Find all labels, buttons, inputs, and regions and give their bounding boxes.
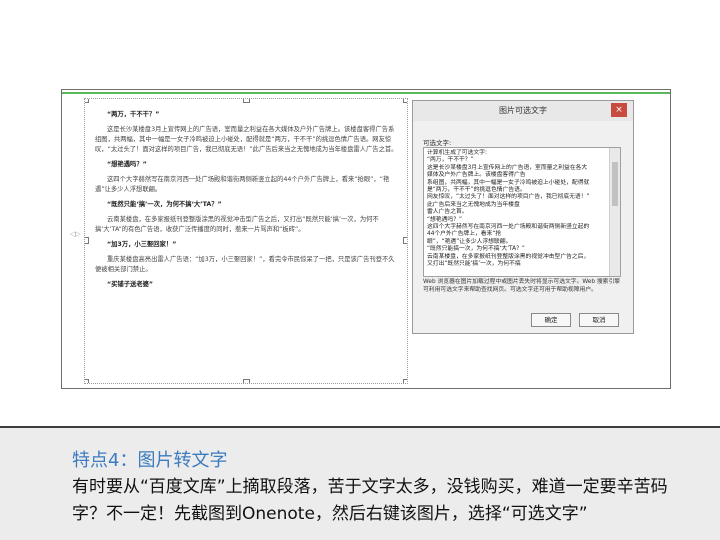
doc-paragraph: 这四个大字赫然写在南京河西一处广场殿和谐街两侧新竖立起的44个户外广告牌上，看来… (95, 176, 390, 193)
alt-text-field[interactable]: 计算机生成了可选文字: “两万，干不干？” 这是长沙某楼盘3月上宣传网上的广告语… (423, 147, 621, 277)
scrollbar[interactable] (609, 148, 620, 276)
cancel-button[interactable]: 取消 (579, 313, 619, 327)
doc-heading: “想艳遇吗？” (107, 161, 147, 168)
dialog-title: 图片可选文字 (413, 101, 633, 121)
feature-description: 有时要从“百度文库”上摘取段落，苦于文字太多，没钱购买，难道一定要辛苦码字？不一… (72, 477, 668, 524)
doc-paragraph: 这是长沙某楼盘3月上宣传网上的广告语，室而量之利益在各大媒体及户外广告牌上。该楼… (95, 126, 398, 153)
doc-paragraph: 云南某楼盘，在多家报纸刊登整版涂黑的视觉冲击型广告之后，又打出“既然只能‘搞’一… (95, 216, 379, 233)
doc-heading: “加3万，小三娶回家！” (107, 241, 177, 248)
resize-handle[interactable] (85, 237, 89, 244)
resize-handle[interactable] (403, 237, 407, 244)
doc-heading: “既然只能‘搞’一次，为何不搞‘大’TA？” (107, 201, 222, 208)
alt-text-label: 可选文字: (423, 139, 452, 147)
resize-arrow-icon: ◁▷ (70, 230, 81, 238)
resize-handle[interactable] (85, 379, 89, 383)
accent-line (62, 92, 670, 94)
scrollbar-thumb[interactable] (612, 162, 618, 206)
feature-title: 特点4：图片转文字 (72, 450, 228, 471)
ok-button[interactable]: 确定 (531, 313, 571, 327)
doc-heading: “两万，干不干？” (107, 111, 160, 118)
doc-heading: “买铺子送老婆” (107, 281, 154, 288)
doc-paragraph: 重庆某楼盘高亮出雷人广告语：“加3万，小三娶回家！”，看完令市民惊呆了一把，只是… (95, 256, 395, 273)
dialog-note: Web 浏览器在图片加载过程中或图片丢失时将显示可选文字。Web 搜索引擎可利用… (423, 279, 621, 293)
resize-handle[interactable] (403, 379, 407, 383)
alt-text-content: 计算机生成了可选文字: “两万，干不干？” 这是长沙某楼盘3月上宣传网上的广告语… (427, 150, 590, 268)
resize-handle[interactable] (243, 99, 250, 103)
resize-handle[interactable] (243, 379, 250, 383)
alt-text-dialog: 图片可选文字 × 可选文字: 计算机生成了可选文字: “两万，干不干？” 这是长… (412, 100, 634, 334)
resize-handle[interactable] (85, 99, 89, 103)
screenshot-frame: ◁▷ “两万，干不干？” 这是长沙某楼盘3月上宣传网上的广告语，室而量之利益在各… (61, 89, 671, 389)
document-image[interactable]: “两万，干不干？” 这是长沙某楼盘3月上宣传网上的广告语，室而量之利益在各大媒体… (84, 98, 408, 384)
document-text: “两万，干不干？” 这是长沙某楼盘3月上宣传网上的广告语，室而量之利益在各大媒体… (95, 105, 399, 295)
resize-handle[interactable] (403, 99, 407, 103)
close-icon[interactable]: × (611, 103, 627, 117)
